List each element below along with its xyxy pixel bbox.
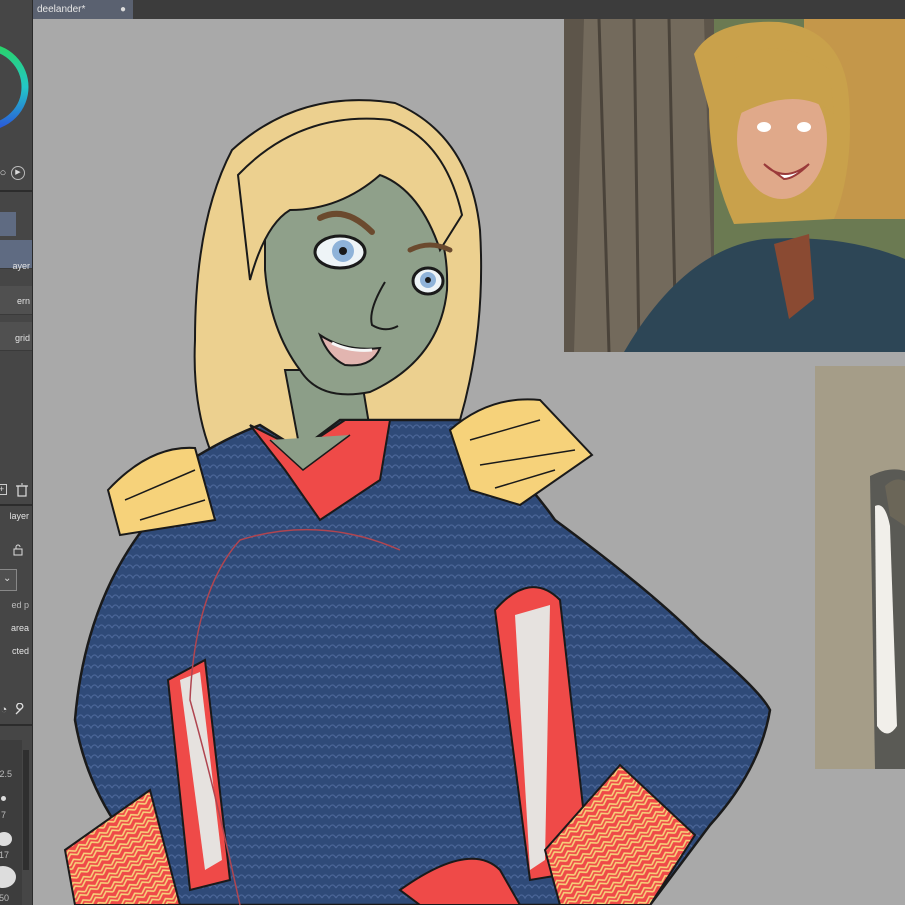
lock-icon[interactable] <box>12 544 26 558</box>
color-mode-icon[interactable]: ○ <box>0 166 10 180</box>
layer-row[interactable]: ayer <box>0 240 32 271</box>
history-icon[interactable]: ◔ <box>0 703 11 717</box>
document-tab[interactable]: deelander* ● <box>33 0 133 19</box>
play-icon[interactable]: ▶ <box>11 166 25 180</box>
chevron-down-icon: ⌄ <box>3 573 12 584</box>
layer-name: grid <box>14 333 30 343</box>
brush-size-dot <box>1 796 6 801</box>
trash-icon[interactable] <box>15 483 29 497</box>
brush-size-value: 7 <box>0 810 6 820</box>
document-tab-title: deelander* <box>37 4 86 15</box>
layer-row[interactable]: ern <box>0 286 32 315</box>
panel-divider <box>0 190 32 192</box>
property-label: cted <box>11 646 29 656</box>
left-panel: ○ ▶ ayer ern grid + layer ⌄ ed p area ct… <box>0 0 33 905</box>
brush-size-value: 17 <box>0 850 9 860</box>
unsaved-dot-icon[interactable]: ● <box>120 0 126 19</box>
document-tab-bar: deelander* ● <box>0 0 905 19</box>
wrench-icon[interactable] <box>14 703 28 717</box>
color-wheel[interactable] <box>0 19 33 179</box>
reference-photo-fullbody <box>815 366 905 769</box>
layer-property-title: layer <box>9 511 29 521</box>
brush-size-value: 2.5 <box>0 769 12 779</box>
property-label: ed p <box>11 600 29 610</box>
blend-mode-dropdown[interactable]: ⌄ <box>0 569 17 591</box>
layer-name: ayer <box>12 261 30 271</box>
layer-tab[interactable] <box>0 212 16 236</box>
scrollbar[interactable] <box>23 750 29 870</box>
layer-row[interactable]: grid <box>0 322 32 351</box>
property-label: area <box>10 623 29 633</box>
new-layer-icon[interactable]: + <box>0 484 7 495</box>
layer-name: ern <box>16 296 30 306</box>
panel-divider <box>0 724 32 726</box>
brush-size-value: 50 <box>0 893 9 903</box>
panel-divider <box>0 504 32 506</box>
reference-photo-portrait <box>564 19 905 352</box>
